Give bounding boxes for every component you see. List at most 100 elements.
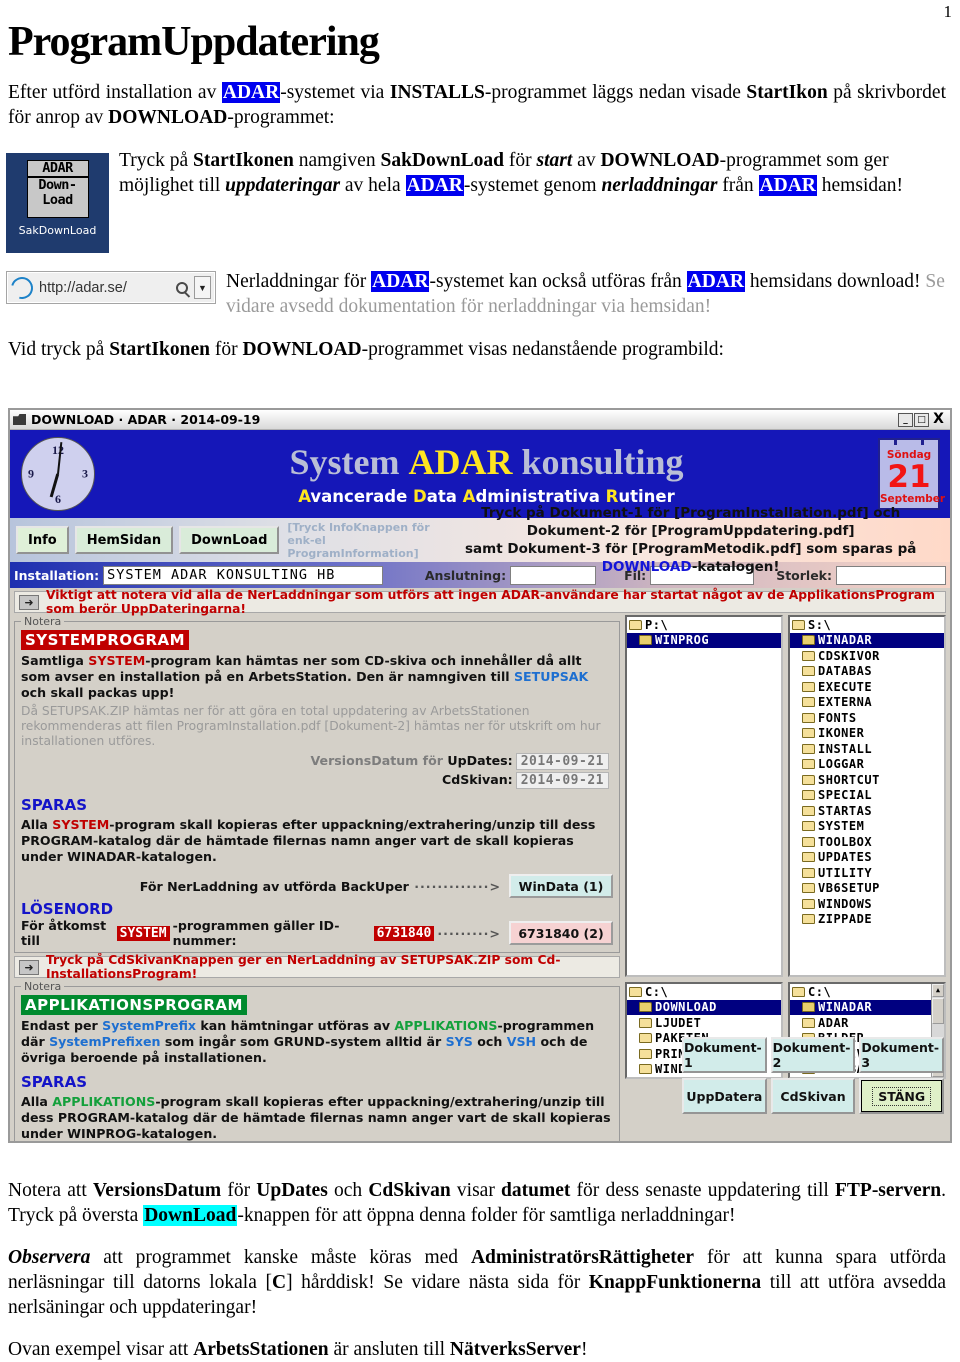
tree-item[interactable]: CDSKIVOR [790, 648, 944, 664]
folder-icon [802, 836, 815, 847]
tree-item-label: SYSTEM [818, 819, 865, 834]
tree-item[interactable]: EXTERNA [790, 695, 944, 711]
tree-item[interactable]: WINADAR [790, 999, 944, 1015]
tree-root[interactable]: P:\ [627, 617, 781, 633]
tree-root[interactable]: C:\ [627, 984, 781, 1000]
tree-item[interactable]: SYSTEM [790, 819, 944, 835]
tree-item[interactable]: ADAR [790, 1015, 944, 1031]
homepage-description: Nerladdningar för ADAR-systemet kan ocks… [226, 271, 945, 317]
magnifier-icon[interactable] [176, 281, 188, 294]
uppdatera-button[interactable]: UppDatera [682, 1078, 767, 1114]
tree-item[interactable]: WINDOWS [790, 896, 944, 912]
tree-p-drive[interactable]: P:\ WINPROG [625, 615, 783, 977]
backup-row: För NerLaddning av utförda BackUper ····… [21, 874, 613, 898]
backup-caption-text: För NerLaddning av utförda BackUper [139, 878, 409, 894]
startikon-block: ADAR Down- Load SakDownLoad Tryck på Sta… [0, 148, 960, 253]
tree-item-label: EXTERNA [818, 695, 873, 710]
tree-item-label: CDSKIVOR [818, 648, 880, 663]
tree-item[interactable]: VB6SETUP [790, 881, 944, 897]
tree-item-label: C:\ [808, 984, 832, 999]
tree-item-label: SHORTCUT [818, 772, 880, 787]
banner-subtitle: Avancerade Data Administrativa Rutiner [298, 486, 675, 506]
folder-icon [802, 1002, 815, 1013]
applikationsprogram-tag: APPLIKATIONSPROGRAM [21, 995, 247, 1015]
tree-item[interactable]: WINADAR [790, 632, 944, 648]
applications-para1: Endast per SystemPrefix kan hämtningar u… [21, 1018, 595, 1065]
toolbar-message: Tryck på Dokument-1 för [ProgramInstalla… [437, 504, 950, 576]
address-bar-url[interactable]: http://adar.se/ [39, 280, 176, 296]
calendar-peg-right [921, 438, 924, 445]
tree-item[interactable]: DATABAS [790, 664, 944, 680]
browser-address-bar[interactable]: http://adar.se/ ▼ [6, 271, 216, 304]
tree-item[interactable]: UPDATES [790, 850, 944, 866]
folder-icon [802, 883, 815, 894]
chevron-down-icon[interactable]: ▼ [194, 276, 211, 299]
folder-icon [802, 774, 815, 785]
versions-label-updates: UpDates: [447, 753, 513, 768]
tree-item[interactable]: INSTALL [790, 741, 944, 757]
system-id-pre: För åtkomst till [21, 918, 107, 948]
sakdownload-desktop-icon[interactable]: ADAR Down- Load SakDownLoad [6, 153, 109, 253]
tree-item[interactable]: WINPROG [627, 632, 781, 648]
window-titlebar: DOWNLOAD · ADAR · 2014-09-19 _ □ X [10, 410, 950, 430]
system-para2: Då SETUPSAK.ZIP hämtas ner för att göra … [21, 704, 601, 748]
tree-item[interactable]: TOOLBOX [790, 834, 944, 850]
folder-icon [639, 1033, 652, 1044]
tree-item-label: ADAR [818, 1015, 849, 1030]
scroll-thumb[interactable] [932, 998, 944, 1024]
folder-icon [13, 414, 26, 425]
close-button[interactable]: X [930, 412, 947, 427]
folder-icon [802, 743, 815, 754]
tree-root[interactable]: S:\ [790, 617, 944, 633]
maximize-button[interactable]: □ [914, 412, 929, 427]
stang-button[interactable]: STÄNG [859, 1078, 945, 1114]
dokument-3-button[interactable]: Dokument-3 [859, 1037, 945, 1073]
icon-line-2: Down- [38, 177, 77, 193]
tree-item[interactable]: STARTAS [790, 803, 944, 819]
arrow-right-icon[interactable]: ➜ [19, 959, 39, 975]
versions-updates-line: VersionsDatum för UpDates: 2014-09-21 [21, 753, 609, 770]
windata-button[interactable]: WinData (1) [509, 874, 613, 898]
folder-icon [802, 898, 815, 909]
tree-root[interactable]: C:\ [790, 984, 944, 1000]
warning-text: Viktigt att notera vid alla de NerLaddni… [46, 588, 935, 616]
system-id-row: För åtkomst till SYSTEM -programmen gäll… [21, 918, 613, 948]
hemsidan-button[interactable]: HemSidan [74, 526, 174, 554]
tree-item[interactable]: ZIPPADE [790, 912, 944, 928]
versions-block: VersionsDatum för UpDates: 2014-09-21 CdS… [21, 753, 613, 789]
startikon-description: Tryck på StartIkonen namgiven SakDownLoa… [119, 150, 904, 196]
tree-item[interactable]: IKONER [790, 726, 944, 742]
scroll-up-arrow-icon[interactable]: ▲ [932, 984, 944, 997]
system-para1: Samtliga SYSTEM-program kan hämtas ner s… [21, 653, 589, 700]
dokument-1-button[interactable]: Dokument-1 [682, 1037, 767, 1073]
minimize-button[interactable]: _ [898, 412, 913, 427]
toolbar-message-line1: Tryck på Dokument-1 för [ProgramInstalla… [481, 505, 901, 539]
system-program-panel: Notera SYSTEMPROGRAM Samtliga SYSTEM-pro… [14, 615, 620, 953]
dokument-2-button[interactable]: Dokument-2 [770, 1037, 856, 1073]
dots-1: ·············> [408, 878, 501, 894]
tree-item-label: VB6SETUP [818, 881, 880, 896]
tree-item[interactable]: SHORTCUT [790, 772, 944, 788]
folder-icon [792, 619, 805, 630]
tree-s-drive[interactable]: S:\ WINADAR CDSKIVOR DATABAS EXECUTE EXTERNA F… [788, 615, 946, 977]
tree-item-label: LOGGAR [818, 757, 865, 772]
tree-item[interactable]: UTILITY [790, 865, 944, 881]
cdskivan-button[interactable]: CdSkivan [770, 1078, 856, 1114]
folder-icon [802, 697, 815, 708]
installation-value[interactable]: SYSTEM ADAR KONSULTING HB [103, 565, 384, 585]
applications-sparas-title: SPARAS [21, 1073, 87, 1091]
tree-item[interactable]: LJUDET [627, 1015, 781, 1031]
download-button[interactable]: DownLoad [179, 526, 280, 554]
tree-item[interactable]: FONTS [790, 710, 944, 726]
banner-center: System ADAR konsulting Avancerade Data A… [95, 441, 878, 506]
info-button[interactable]: Info [16, 526, 69, 554]
download-application-window[interactable]: DOWNLOAD · ADAR · 2014-09-19 _ □ X 12 3 … [8, 408, 952, 1143]
tree-item[interactable]: LOGGAR [790, 757, 944, 773]
folder-icon [629, 986, 642, 997]
tree-item[interactable]: EXECUTE [790, 679, 944, 695]
tree-item[interactable]: SPECIAL [790, 788, 944, 804]
arrow-right-icon[interactable]: ➜ [19, 594, 39, 610]
system-id-button[interactable]: 6731840 (2) [509, 921, 613, 945]
tree-item[interactable]: DOWNLOAD [627, 999, 781, 1015]
top-tree-panels: P:\ WINPROG S:\ WINADAR CDSKIVOR DATABAS EXEC… [625, 615, 946, 977]
